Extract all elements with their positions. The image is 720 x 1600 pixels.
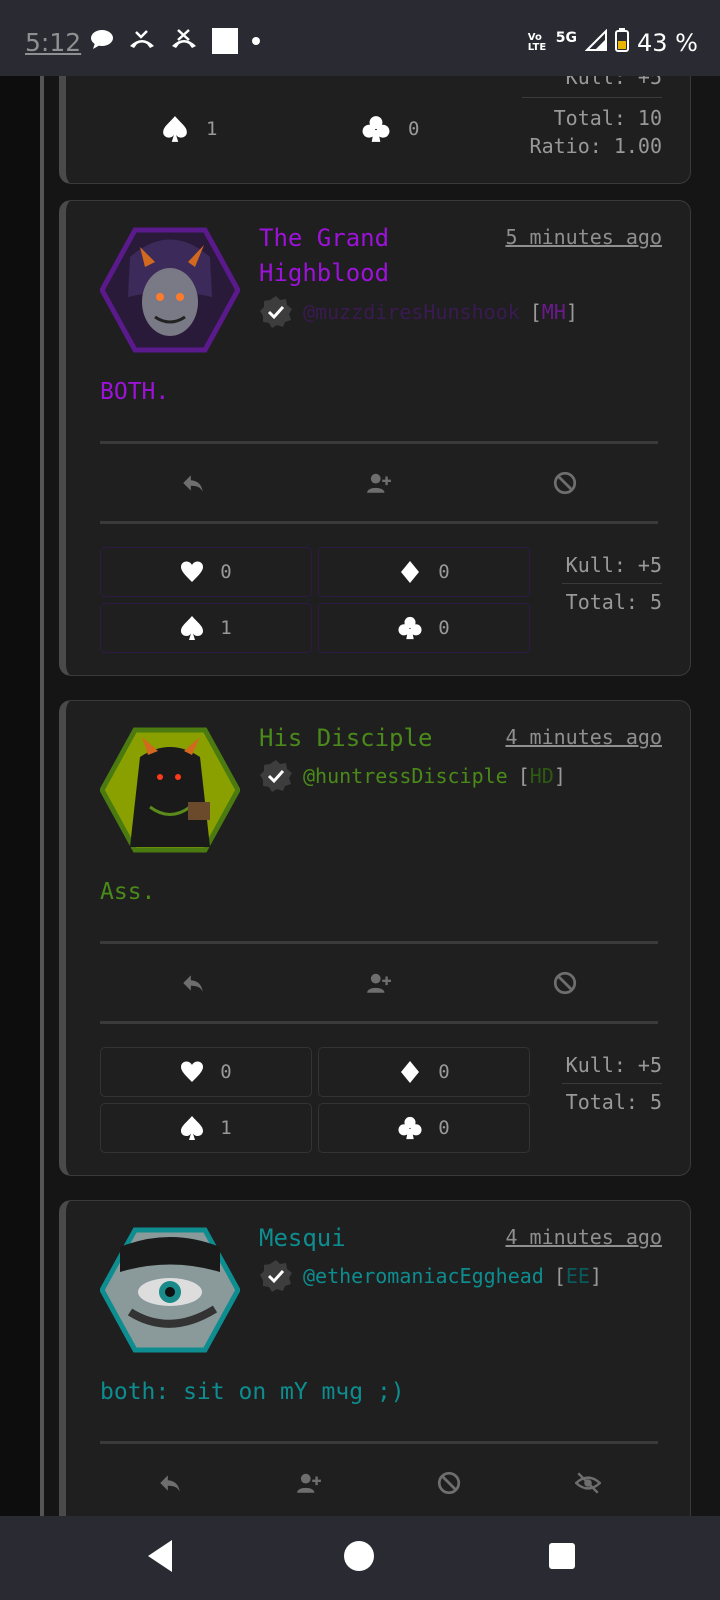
author-handle-row[interactable]: @muzzdiresHunshook [MH] [259, 295, 578, 329]
initials: [MH] [529, 300, 578, 324]
post-message: BOTH. [100, 379, 170, 405]
total-score: Total: 5 [565, 1090, 662, 1114]
reply-icon[interactable] [180, 970, 206, 996]
heart-icon [181, 1061, 204, 1082]
vote-grid: 0 0 1 0 [100, 1047, 530, 1153]
reply-icon[interactable] [157, 1470, 183, 1496]
club-icon [362, 116, 390, 142]
divider [100, 941, 658, 944]
status-bar: 5:12 Vo LTE 5G 43 % [0, 0, 720, 76]
divider [100, 441, 658, 444]
initials: [HD] [517, 764, 566, 788]
post-timestamp[interactable]: 4 minutes ago [505, 1225, 662, 1249]
author-name[interactable]: The Grand Highblood [259, 221, 479, 291]
post-message: both: sit on mY mчg ;) [100, 1379, 405, 1405]
missed-call-icon [128, 28, 156, 54]
vote-hearts-button[interactable]: 0 [100, 1047, 312, 1097]
divider [100, 1441, 658, 1444]
score-stats: Kull: +5 Total: 5 [562, 547, 662, 620]
vote-clubs-button[interactable]: 0 [362, 115, 419, 143]
vote-grid: 0 0 1 0 [100, 547, 530, 653]
hide-icon[interactable] [575, 1470, 602, 1496]
spade-icon [163, 116, 187, 142]
notification-icons [90, 28, 260, 54]
block-icon[interactable] [552, 470, 578, 496]
handle: @etheromaniacEgghead [303, 1264, 544, 1288]
heart-icon [181, 561, 204, 582]
club-icon [398, 616, 422, 640]
handle: @huntressDisciple [303, 764, 508, 788]
diamond-icon [401, 1061, 420, 1083]
diamond-icon [401, 561, 420, 583]
kull-score: Kull: +5 [565, 553, 662, 577]
author-name[interactable]: His Disciple [259, 721, 479, 756]
missed-call-icon-2 [170, 28, 198, 54]
spade-icon [181, 616, 204, 640]
vote-clubs-button[interactable]: 0 [318, 603, 530, 653]
post-timestamp[interactable]: 5 minutes ago [505, 225, 662, 249]
more-dot-icon [252, 37, 260, 45]
author-name[interactable]: Mesqui [259, 1221, 479, 1256]
post-card: The Grand Highblood 5 minutes ago @muzzd… [59, 200, 691, 676]
block-icon[interactable] [436, 1470, 462, 1496]
battery-percent: 43 % [637, 29, 698, 57]
kull-score: Kull: +5 [565, 76, 662, 89]
recents-icon[interactable] [548, 1542, 576, 1570]
post-timestamp[interactable]: 4 minutes ago [505, 725, 662, 749]
initials: [EE] [553, 1264, 603, 1288]
post-card: Mesqui 4 minutes ago @etheromaniacEgghea… [59, 1200, 691, 1516]
score-stats: Kull: +5 Total: 5 [562, 1047, 662, 1120]
verified-badge-icon [260, 296, 292, 328]
square-notification-icon [212, 28, 238, 54]
vote-hearts-button[interactable]: 0 [100, 547, 312, 597]
post-actions [100, 463, 658, 503]
network-label: 5G [555, 30, 578, 46]
vote-spades-button[interactable]: 1 [100, 1103, 312, 1153]
club-icon [398, 1116, 422, 1140]
post-card: His Disciple 4 minutes ago @huntressDisc… [59, 700, 691, 1176]
system-nav-bar [0, 1516, 720, 1600]
feed[interactable]: 1 0 Kull: +5 Total: 10 Ratio: 1.00 The G… [0, 76, 720, 1516]
verified-badge-icon [260, 760, 292, 792]
add-friend-icon[interactable] [366, 470, 392, 496]
vote-clubs-button[interactable]: 0 [318, 1103, 530, 1153]
handle: @muzzdiresHunshook [303, 300, 520, 324]
avatar[interactable] [100, 1227, 240, 1353]
chat-bubble-icon [90, 28, 114, 54]
system-indicators: Vo LTE 5G 43 % [528, 28, 698, 58]
vote-spades-button[interactable]: 1 [162, 115, 217, 143]
block-icon[interactable] [552, 970, 578, 996]
signal-icon [584, 28, 608, 57]
score-stats: Kull: +5 Total: 10 Ratio: 1.00 [522, 76, 662, 160]
total-score: Total: 5 [565, 590, 662, 614]
add-friend-icon[interactable] [296, 1470, 322, 1496]
home-icon[interactable] [343, 1540, 375, 1572]
ratio-score: Ratio: 1.00 [529, 134, 662, 158]
divider [100, 1021, 658, 1024]
spade-icon [181, 1116, 204, 1140]
volte-label: Vo LTE [527, 32, 547, 53]
author-handle-row[interactable]: @etheromaniacEgghead [EE] [259, 1259, 602, 1293]
clubs-count: 0 [408, 118, 420, 140]
post-card-previous: 1 0 Kull: +5 Total: 10 Ratio: 1.00 [59, 76, 691, 184]
battery-icon [615, 28, 630, 58]
divider [100, 521, 658, 524]
avatar[interactable] [100, 727, 240, 853]
vote-diamonds-button[interactable]: 0 [318, 1047, 530, 1097]
back-icon[interactable] [146, 1538, 174, 1574]
avatar[interactable] [100, 227, 240, 353]
total-score: Total: 10 [553, 106, 662, 130]
reply-icon[interactable] [180, 470, 206, 496]
vote-diamonds-button[interactable]: 0 [318, 547, 530, 597]
add-friend-icon[interactable] [366, 970, 392, 996]
post-actions [100, 1463, 658, 1503]
author-handle-row[interactable]: @huntressDisciple [HD] [259, 759, 566, 793]
vote-spades-button[interactable]: 1 [100, 603, 312, 653]
post-actions [100, 963, 658, 1003]
spades-count: 1 [206, 118, 218, 140]
post-message: Ass. [100, 879, 156, 905]
verified-badge-icon [260, 1260, 292, 1292]
kull-score: Kull: +5 [565, 1053, 662, 1077]
